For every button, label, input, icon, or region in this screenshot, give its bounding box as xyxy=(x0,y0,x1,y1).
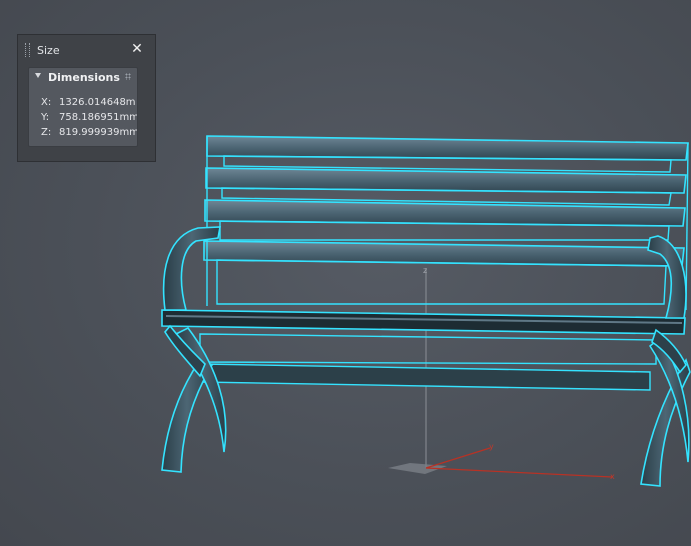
dimensions-rows: X: 1326.014648m Y: 758.186951mm Z: 819.9999… xyxy=(29,95,137,140)
z-axis-label: z xyxy=(423,266,427,275)
x-axis-line xyxy=(425,467,613,478)
dimension-value-z: 819.999939mm xyxy=(59,127,137,138)
seat-lower-outline xyxy=(199,333,657,365)
y-axis-line xyxy=(425,447,491,469)
dimension-row-y: Y: 758.186951mm xyxy=(29,110,137,125)
axis-label-y: Y: xyxy=(41,112,50,123)
dimension-row-x: X: 1326.014648m xyxy=(29,95,137,110)
collapse-arrow-icon[interactable] xyxy=(35,73,41,78)
close-icon[interactable]: ✕ xyxy=(130,42,144,56)
group-grip-icon[interactable] xyxy=(125,73,131,80)
dimensions-header[interactable]: Dimensions xyxy=(29,68,137,88)
x-axis-label: x xyxy=(610,472,615,481)
size-panel: Size ✕ Dimensions X: 1326.014648m Y: 758.1… xyxy=(17,34,156,162)
axis-label-z: Z: xyxy=(41,127,52,138)
axis-label-x: X: xyxy=(41,97,52,108)
dimensions-group: Dimensions X: 1326.014648m Y: 758.186951mm… xyxy=(28,67,138,147)
dimension-row-z: Z: 819.999939mm xyxy=(29,125,137,140)
size-panel-title: Size xyxy=(37,44,60,57)
dimensions-title: Dimensions xyxy=(48,71,120,84)
left-leg xyxy=(161,226,227,473)
dimension-value-x: 1326.014648m xyxy=(59,97,136,108)
lower-stretcher xyxy=(199,363,651,391)
slat-4 xyxy=(203,240,685,267)
dimension-value-y: 758.186951mm xyxy=(59,112,137,123)
size-panel-header[interactable]: Size ✕ xyxy=(18,35,155,65)
y-axis-label: y xyxy=(489,442,494,451)
panel-drag-grip-icon[interactable] xyxy=(25,43,30,57)
